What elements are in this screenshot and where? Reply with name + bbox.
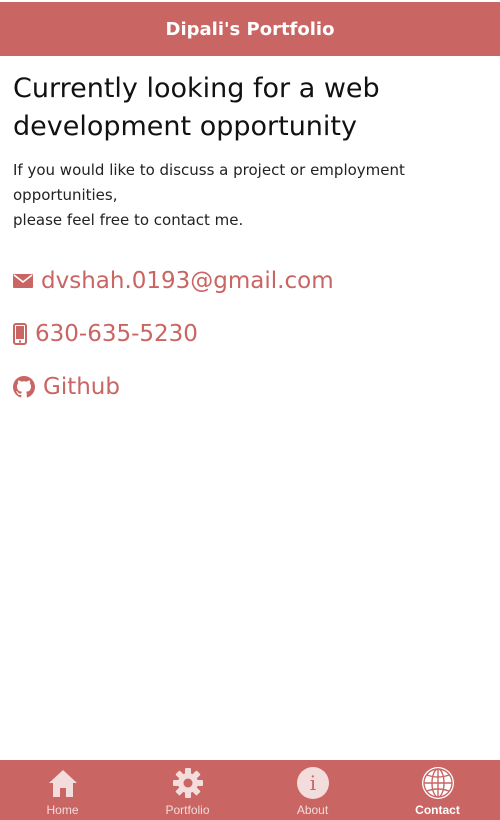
phone-label: 630-635-5230: [35, 321, 198, 347]
globe-icon: [421, 766, 455, 800]
phone-icon: [13, 323, 27, 345]
intro-line-2: please feel free to contact me.: [13, 211, 244, 229]
app-header: Dipali's Portfolio: [0, 2, 500, 56]
envelope-icon: [13, 273, 33, 289]
page-headline: Currently looking for a web development …: [13, 73, 380, 142]
tab-home[interactable]: Home: [0, 760, 125, 820]
info-icon: i: [296, 766, 330, 800]
contact-links: dvshah.0193@gmail.com 630-635-5230 Githu…: [13, 261, 483, 407]
contact-section: Currently looking for a web development …: [13, 70, 483, 420]
tab-contact-label: Contact: [415, 803, 460, 817]
github-icon: [13, 376, 35, 398]
app-title: Dipali's Portfolio: [165, 18, 335, 40]
intro-line-1: If you would like to discuss a project o…: [13, 161, 405, 204]
tab-about-label: About: [296, 803, 329, 817]
github-link[interactable]: Github: [13, 367, 483, 407]
github-label: Github: [43, 374, 120, 400]
tab-portfolio[interactable]: Portfolio: [125, 760, 250, 820]
tab-portfolio-label: Portfolio: [165, 803, 210, 817]
email-link[interactable]: dvshah.0193@gmail.com: [13, 261, 483, 301]
home-icon: [47, 766, 79, 800]
svg-text:i: i: [309, 771, 315, 795]
tab-home-label: Home: [46, 803, 79, 817]
tab-contact[interactable]: Contact: [375, 760, 500, 820]
email-label: dvshah.0193@gmail.com: [41, 268, 334, 294]
tab-about[interactable]: i About: [250, 760, 375, 820]
gear-icon: [172, 766, 204, 800]
intro-text: If you would like to discuss a project o…: [13, 158, 483, 233]
bottom-tab-bar: Home Portfolio i About Contact: [0, 760, 500, 820]
phone-link[interactable]: 630-635-5230: [13, 314, 483, 354]
